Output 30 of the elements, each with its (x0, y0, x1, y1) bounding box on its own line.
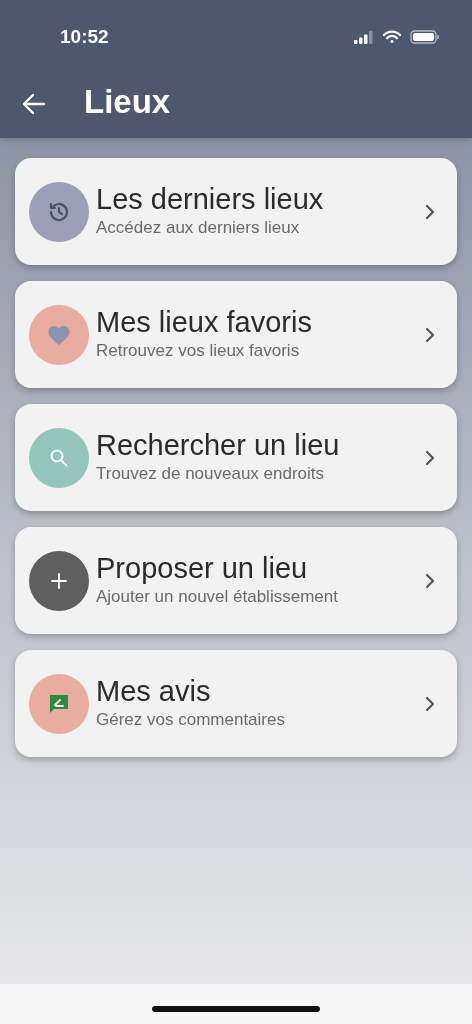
back-arrow-icon (22, 93, 46, 115)
card-subtitle: Gérez vos commentaires (96, 708, 286, 731)
menu-card[interactable]: Mes avis Gérez vos commentaires (15, 650, 457, 757)
wifi-icon (382, 30, 402, 44)
card-subtitle: Accédez aux derniers lieux (96, 216, 301, 239)
menu-card[interactable]: Les derniers lieux Accédez aux derniers lieux (15, 158, 457, 265)
chevron-icon (425, 572, 435, 589)
signal-icon (354, 30, 374, 44)
card-subtitle: Trouvez de nouveaux endroits (96, 462, 326, 485)
search-icon (49, 447, 69, 468)
battery-icon (410, 30, 440, 44)
status-time: 10:52 (60, 24, 109, 49)
card-title: Mes lieux favoris (96, 304, 313, 340)
chevron-icon (425, 326, 435, 343)
menu-card[interactable]: Mes lieux favoris Retrouvez vos lieux favoris (15, 281, 457, 388)
heart-icon (47, 323, 71, 346)
chevron-icon (425, 449, 435, 466)
chevron-icon (425, 203, 435, 220)
card-subtitle: Retrouvez vos lieux favoris (96, 339, 301, 362)
page-title: Lieux (84, 82, 171, 123)
chevron-icon (425, 695, 435, 712)
card-title: Rechercher un lieu (96, 427, 341, 463)
menu-card[interactable]: Proposer un lieu Ajouter un nouvel établissement (15, 527, 457, 634)
card-title: Proposer un lieu (96, 550, 309, 586)
card-title: Les derniers lieux (96, 181, 325, 217)
plus-icon (50, 571, 68, 590)
card-title: Mes avis (96, 673, 212, 709)
card-subtitle: Ajouter un nouvel établissement (96, 585, 339, 608)
review-icon (48, 692, 70, 715)
menu-card[interactable]: Rechercher un lieu Trouvez de nouveaux endroits (15, 404, 457, 511)
